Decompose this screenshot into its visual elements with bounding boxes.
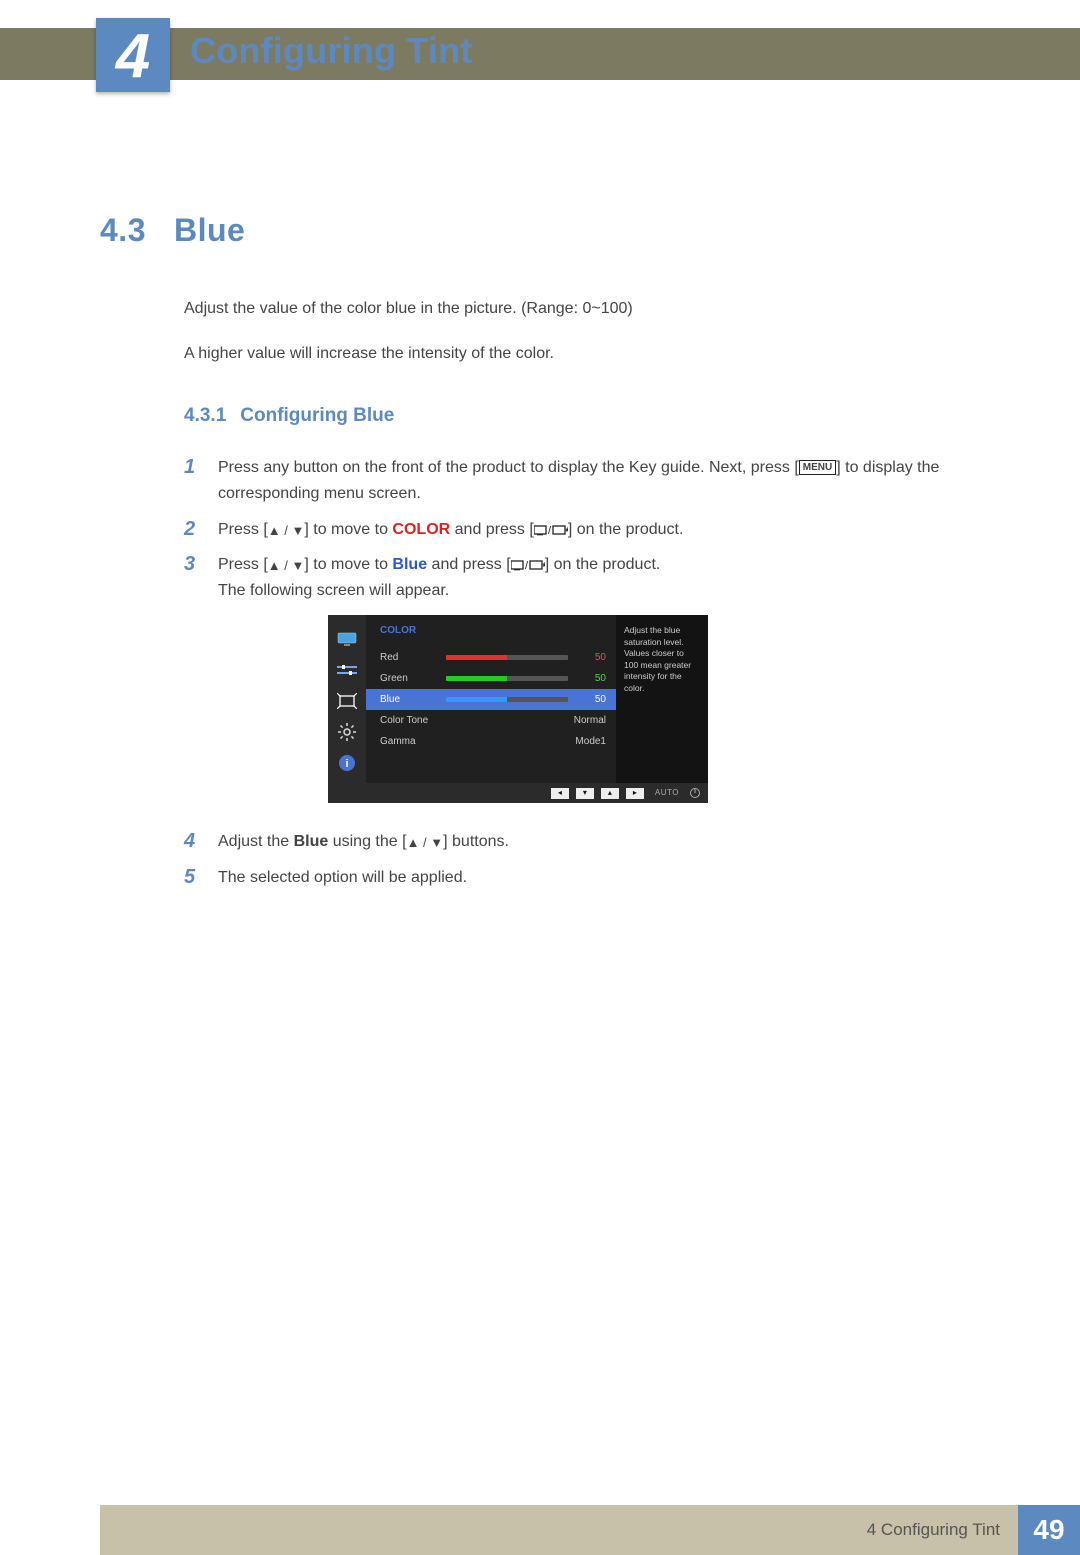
chapter-title: Configuring Tint	[190, 30, 472, 72]
intro-p2: A higher value will increase the intensi…	[184, 342, 980, 365]
left-icon: ◂	[551, 788, 569, 799]
osd-menu: COLOR Red 50 Green 50	[366, 615, 616, 783]
highlight-color: COLOR	[392, 521, 450, 538]
osd-screenshot: i COLOR Red 50 Green	[328, 615, 980, 803]
section-number: 4.3	[100, 212, 146, 248]
step-body: Press [▲ / ▼] to move to Blue and press …	[218, 552, 980, 819]
section-title: Blue	[174, 212, 245, 248]
svg-text:/: /	[548, 525, 552, 536]
step-number: 2	[184, 517, 200, 543]
intro-p1: Adjust the value of the color blue in th…	[184, 297, 980, 320]
osd-sidebar: i	[328, 615, 366, 783]
gear-icon	[336, 724, 358, 740]
svg-text:/: /	[525, 560, 529, 571]
osd-title: COLOR	[380, 623, 606, 639]
up-down-icon: ▲ / ▼	[268, 558, 305, 573]
subsection-number: 4.3.1	[184, 405, 226, 426]
step-1: 1 Press any button on the front of the p…	[184, 455, 980, 506]
step-body: Adjust the Blue using the [▲ / ▼] button…	[218, 829, 980, 855]
sliders-icon	[336, 662, 358, 678]
source-enter-icon: /	[534, 521, 568, 538]
subsection-title: Configuring Blue	[240, 405, 394, 426]
page-content: 4.3 Blue Adjust the value of the color bl…	[0, 122, 1080, 891]
osd-footer: ◂ ▾ ▴ ▸ AUTO	[328, 783, 708, 803]
up-down-icon: ▲ / ▼	[268, 523, 305, 538]
step-2: 2 Press [▲ / ▼] to move to COLOR and pre…	[184, 517, 980, 543]
step-body: Press any button on the front of the pro…	[218, 455, 980, 506]
step-body: The selected option will be applied.	[218, 865, 980, 891]
subsection-heading: 4.3.1 Configuring Blue	[100, 405, 980, 427]
up-icon: ▴	[601, 788, 619, 799]
page-footer: 4 Configuring Tint 49	[0, 1505, 1080, 1555]
page-number: 49	[1018, 1505, 1080, 1555]
step-number: 1	[184, 455, 200, 506]
menu-key-label: MENU	[799, 460, 836, 475]
auto-label: AUTO	[655, 787, 679, 800]
up-down-icon: ▲ / ▼	[407, 835, 444, 850]
step-3: 3 Press [▲ / ▼] to move to Blue and pres…	[184, 552, 980, 819]
intro-text: Adjust the value of the color blue in th…	[100, 297, 980, 365]
osd-row-blue: Blue 50	[366, 689, 616, 710]
osd-help-panel: Adjust the blue saturation level. Values…	[616, 615, 708, 783]
section-heading: 4.3 Blue	[100, 212, 980, 249]
osd-row-gamma: Gamma Mode1	[380, 731, 606, 752]
chapter-number: 4	[116, 26, 150, 88]
svg-text:i: i	[345, 758, 348, 770]
power-icon	[690, 788, 700, 798]
step-number: 4	[184, 829, 200, 855]
osd-row-red: Red 50	[380, 647, 606, 668]
info-icon: i	[336, 755, 358, 771]
step-number: 5	[184, 865, 200, 891]
step-body: Press [▲ / ▼] to move to COLOR and press…	[218, 517, 980, 543]
right-icon: ▸	[626, 788, 644, 799]
highlight-blue-bold: Blue	[294, 833, 329, 850]
monitor-icon	[336, 631, 358, 647]
source-enter-icon: /	[511, 556, 545, 573]
chapter-header: 4 Configuring Tint	[0, 28, 1080, 122]
step-number: 3	[184, 552, 200, 819]
footer-label: 4 Configuring Tint	[100, 1505, 1018, 1555]
highlight-blue: Blue	[392, 556, 427, 573]
osd-row-green: Green 50	[380, 668, 606, 689]
down-icon: ▾	[576, 788, 594, 799]
steps-list: 1 Press any button on the front of the p…	[100, 455, 980, 890]
step-5: 5 The selected option will be applied.	[184, 865, 980, 891]
osd-row-colortone: Color Tone Normal	[380, 710, 606, 731]
chapter-badge: 4	[96, 18, 170, 92]
size-icon	[336, 693, 358, 709]
step-4: 4 Adjust the Blue using the [▲ / ▼] butt…	[184, 829, 980, 855]
